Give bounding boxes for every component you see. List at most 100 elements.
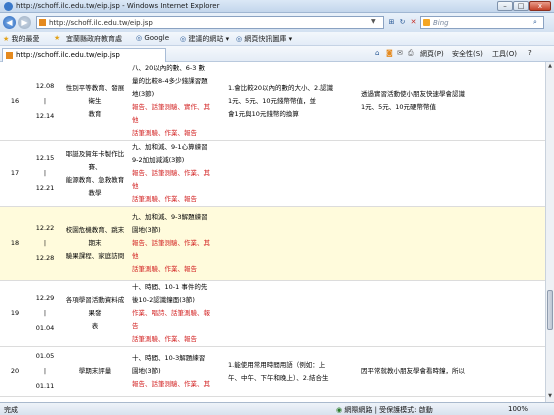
- favorite-link-webslice[interactable]: ◎ 網頁快訊圖庫 ▾: [236, 34, 292, 44]
- tools-menu[interactable]: 工具(O): [492, 49, 517, 59]
- date-start: 12.15: [35, 154, 55, 162]
- topic-line: 驗果課程、家庭訪問: [65, 252, 125, 260]
- activity-line: 報告、話筆測驗、作業、其: [132, 169, 210, 177]
- search-placeholder: Bing: [433, 19, 449, 27]
- curriculum-table: 16 12.08 | 12.14 性別平等教育、發展衛生 教育 八、20以內的數、6-3 數…: [0, 62, 545, 397]
- browser-tab[interactable]: http://schoff.ilc.edu.tw/eip.jsp: [2, 48, 166, 62]
- week-cell: 17: [0, 140, 30, 207]
- activity-line: 報告、話筆測驗、作業、其: [132, 380, 210, 388]
- week-number: 19: [10, 309, 20, 317]
- table-row: 17 12.15 | 12.21 耶誕及賀年卡製作比賽、 能源教育、急救教育教學 九、加和減…: [0, 140, 545, 207]
- week-number: 16: [10, 96, 20, 105]
- stop-icon[interactable]: ✕: [408, 17, 419, 28]
- goal-cell: [224, 140, 357, 207]
- objective-line: 透過實習活動使小朋友快速學會認識: [361, 90, 465, 98]
- activity-line: 園地(3節): [132, 367, 161, 375]
- address-bar[interactable]: http://schoff.ilc.edu.tw/eip.jsp ▼: [36, 16, 384, 29]
- activity-line: 九、加和減、9-1心算練習: [132, 143, 208, 151]
- objective-cell: 因平常就教小朋友學會看時鐘，所以: [357, 346, 545, 397]
- activity-line: 園地(3節): [132, 226, 161, 234]
- date-separator: |: [43, 96, 47, 105]
- table-row: 16 12.08 | 12.14 性別平等教育、發展衛生 教育 八、20以內的數、6-3 數…: [0, 62, 545, 141]
- topic-cell: 各項學習活動資料成果發表: [60, 280, 130, 347]
- goal-line: 1.會比較20以內的數的大小、2.認識: [228, 83, 334, 92]
- topic-line: 能源教育、急救教育教學: [65, 175, 125, 197]
- ie-logo-icon: [4, 2, 13, 11]
- topic-cell: 學期末評量: [60, 346, 130, 397]
- help-menu[interactable]: ?: [528, 49, 532, 57]
- favorite-link-google[interactable]: ◎ Google: [136, 34, 169, 42]
- activity-line: 9-2加加減減(3節): [132, 156, 185, 164]
- forward-arrow-icon[interactable]: ▶: [18, 16, 31, 29]
- print-icon[interactable]: ⎙: [408, 49, 414, 58]
- date-start: 12.29: [35, 294, 55, 302]
- home-icon[interactable]: ⌂: [375, 49, 379, 57]
- date-cell: 12.29 | 01.04: [30, 280, 60, 347]
- date-cell: 12.15 | 12.21: [30, 140, 60, 207]
- page-content: 16 12.08 | 12.14 性別平等教育、發展衛生 教育 八、20以內的數、6-3 數…: [0, 62, 545, 402]
- scroll-up-icon[interactable]: ▲: [546, 62, 554, 71]
- activity-line: 告: [132, 322, 139, 330]
- search-icon[interactable]: ⌕: [533, 18, 537, 27]
- security-zone[interactable]: ◉ 網際網路 | 受保護模式: 啟動: [336, 405, 433, 415]
- favorites-button[interactable]: ★ 我的最愛: [3, 34, 40, 44]
- scroll-down-icon[interactable]: ▼: [546, 392, 554, 401]
- activity-line: 話筆測驗、作業、報告: [132, 265, 197, 273]
- activity-line: 地(3節): [132, 90, 155, 98]
- objective-cell: 透過實習活動使小朋友快速學會認識 1元、5元、10元硬幣幣值: [357, 62, 545, 141]
- safety-menu[interactable]: 安全性(S): [452, 49, 483, 59]
- tab-title[interactable]: http://schoff.ilc.edu.tw/eip.jsp: [16, 51, 120, 59]
- address-dropdown-icon[interactable]: ▼: [371, 18, 376, 25]
- favorites-label: 我的最愛: [11, 35, 40, 43]
- date-separator: |: [43, 367, 47, 375]
- activity-line: 他: [132, 116, 139, 124]
- objective-line: 因平常就教小朋友學會看時鐘，所以: [361, 367, 465, 375]
- topic-line: 性別平等教育、發展衛生: [65, 83, 125, 105]
- date-end: 01.04: [35, 324, 55, 332]
- feed-icon[interactable]: ◙: [386, 49, 393, 57]
- address-url[interactable]: http://schoff.ilc.edu.tw/eip.jsp: [49, 19, 153, 27]
- objective-cell: [357, 280, 545, 347]
- scrollbar-thumb[interactable]: [547, 290, 553, 330]
- activity-cell: 八、20以內的數、6-3 數量的比較8-4多少錢課習題 地(3節) 報告、話筆測驗、…: [130, 62, 224, 141]
- activity-cell: 九、加和減、9-3解題練習 園地(3節) 報告、話筆測驗、作業、其他話筆測驗、作業、…: [130, 206, 224, 281]
- goal-line: 會1元與10元錢幣的換算: [228, 109, 299, 118]
- activity-line: 量的比較8-4多少錢課習題: [132, 77, 208, 85]
- date-separator: |: [43, 239, 47, 247]
- add-favorite-icon[interactable]: ★: [54, 34, 60, 42]
- status-text: 完成: [4, 406, 18, 414]
- status-bar: 完成 ◉ 網際網路 | 受保護模式: 啟動 100%: [0, 402, 554, 415]
- zoom-level[interactable]: 100%: [508, 405, 528, 413]
- goal-line: 1.能使用常用時間用語（例如：上: [228, 360, 326, 369]
- date-cell: 12.22 | 12.28: [30, 206, 60, 281]
- date-start: 12.08: [35, 81, 55, 90]
- refresh-icon[interactable]: ↻: [397, 17, 408, 28]
- mail-icon[interactable]: ✉: [397, 49, 403, 57]
- activity-line: 報告、話筆測驗、實作、其: [132, 103, 210, 111]
- close-button[interactable]: x: [529, 1, 551, 11]
- goal-line: 午、中午、下午和晚上）、2.結合生: [228, 373, 329, 382]
- activity-line: 九、加和減、9-3解題練習: [132, 213, 208, 221]
- bing-logo-icon: [423, 19, 430, 26]
- goal-cell: [224, 206, 357, 281]
- back-arrow-icon[interactable]: ◀: [3, 16, 16, 29]
- maximize-button[interactable]: □: [513, 1, 529, 11]
- goal-cell: [224, 280, 357, 347]
- activity-line: 他: [132, 252, 139, 260]
- minimize-button[interactable]: –: [497, 1, 513, 11]
- topic-cell: 性別平等教育、發展衛生教育: [60, 62, 130, 141]
- week-cell: 16: [0, 62, 30, 141]
- page-favicon-icon: [39, 19, 46, 26]
- vertical-scrollbar[interactable]: ▲ ▼: [545, 62, 554, 402]
- goal-cell: 1.會比較20以內的數的大小、2.認識 1元、5元、10元錢幣幣值，並 會1元與10…: [224, 62, 357, 141]
- compatibility-view-icon[interactable]: ⊞: [386, 17, 397, 28]
- favorite-link-edu[interactable]: 宜蘭縣政府教育處: [66, 34, 122, 44]
- navigation-bar: ◀ ▶ http://schoff.ilc.edu.tw/eip.jsp ▼ ⊞…: [0, 13, 554, 32]
- objective-line: 1元、5元、10元硬幣幣值: [361, 103, 437, 111]
- search-input[interactable]: Bing ⌕: [420, 16, 544, 29]
- topic-line: 教育: [88, 109, 102, 118]
- page-menu[interactable]: 網頁(P): [420, 49, 444, 59]
- window-titlebar: http://schoff.ilc.edu.tw/eip.jsp - Windo…: [0, 0, 554, 13]
- command-bar: http://schoff.ilc.edu.tw/eip.jsp ⌂ ◙ ✉ ⎙…: [0, 46, 554, 62]
- favorite-link-suggested[interactable]: ◎ 建議的網站 ▾: [180, 34, 229, 44]
